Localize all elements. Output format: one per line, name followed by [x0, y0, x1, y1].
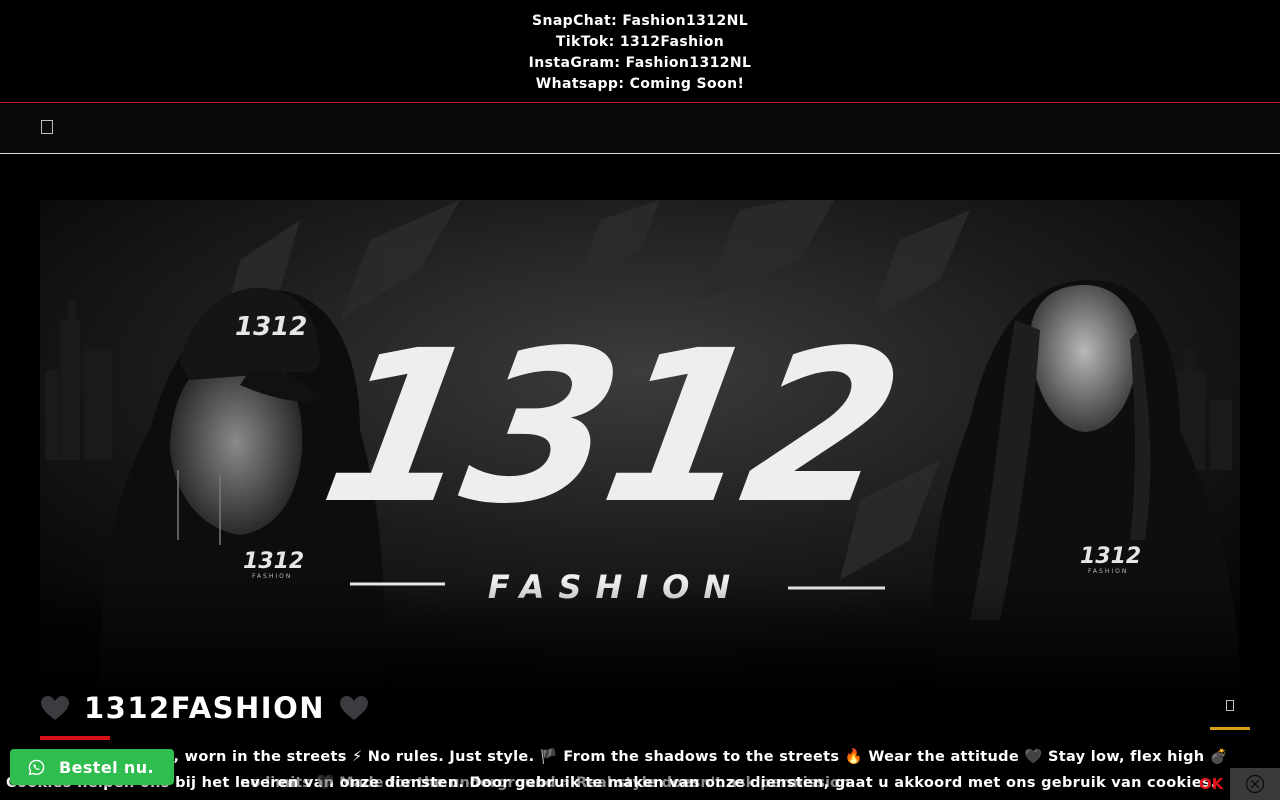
instagram-info: InstaGram: Fashion1312NL [528, 55, 752, 71]
black-heart-icon [41, 696, 69, 720]
close-icon [1245, 774, 1265, 794]
hoodie-sub-left: FASHION [252, 573, 292, 580]
toggle-accent-bar [1210, 727, 1250, 730]
navigation-bar [0, 104, 1280, 154]
hero-banner: 1312 1312 FASHION 1312 FASHION 1312 FASH… [40, 200, 1240, 690]
hero-banner-image: 1312 1312 FASHION 1312 FASHION 1312 FASH… [40, 200, 1240, 690]
cookie-bar: Cookies helpen ons bij het leveren van o… [0, 768, 1280, 800]
toggle-icon [1226, 700, 1234, 711]
tagline-marquee: ark, worn in the streets ⚡ No rules. Jus… [0, 748, 1280, 768]
hoodie-sub-right: FASHION [1088, 568, 1128, 575]
hero-bottom-fade [40, 580, 1240, 690]
snapchat-info: SnapChat: Fashion1312NL [531, 13, 749, 29]
menu-icon[interactable] [41, 120, 53, 134]
black-heart-icon [340, 696, 369, 720]
cap-logo-text: 1312 [235, 312, 307, 342]
hoodie-logo-right: 1312 [1080, 544, 1141, 569]
sidebar-toggle-button[interactable] [1210, 696, 1250, 730]
whatsapp-info: Whatsapp: Coming Soon! [535, 76, 745, 92]
whatsapp-order-button[interactable]: Bestel nu. [10, 749, 174, 785]
brand-title: 1312FASHION [84, 691, 326, 725]
tagline-text: ark, worn in the streets ⚡ No rules. Jus… [146, 749, 1229, 765]
logo-number: 1312 [308, 306, 911, 550]
cookie-ok-button[interactable]: OK [1199, 775, 1223, 793]
tagline-overlap-text: no limits 🖤 Made for the underground ⚡ R… [240, 775, 851, 791]
cookie-close-button[interactable] [1230, 768, 1280, 800]
hoodie-logo-left: 1312 [243, 549, 304, 574]
whatsapp-button-label: Bestel nu. [59, 757, 154, 777]
brand-underline [40, 736, 110, 740]
whatsapp-icon [28, 759, 45, 775]
tiktok-info: TikTok: 1312Fashion [555, 34, 725, 50]
social-info-bar: SnapChat: Fashion1312NL TikTok: 1312Fash… [0, 0, 1280, 103]
brand-heading: 1312FASHION [40, 688, 369, 728]
